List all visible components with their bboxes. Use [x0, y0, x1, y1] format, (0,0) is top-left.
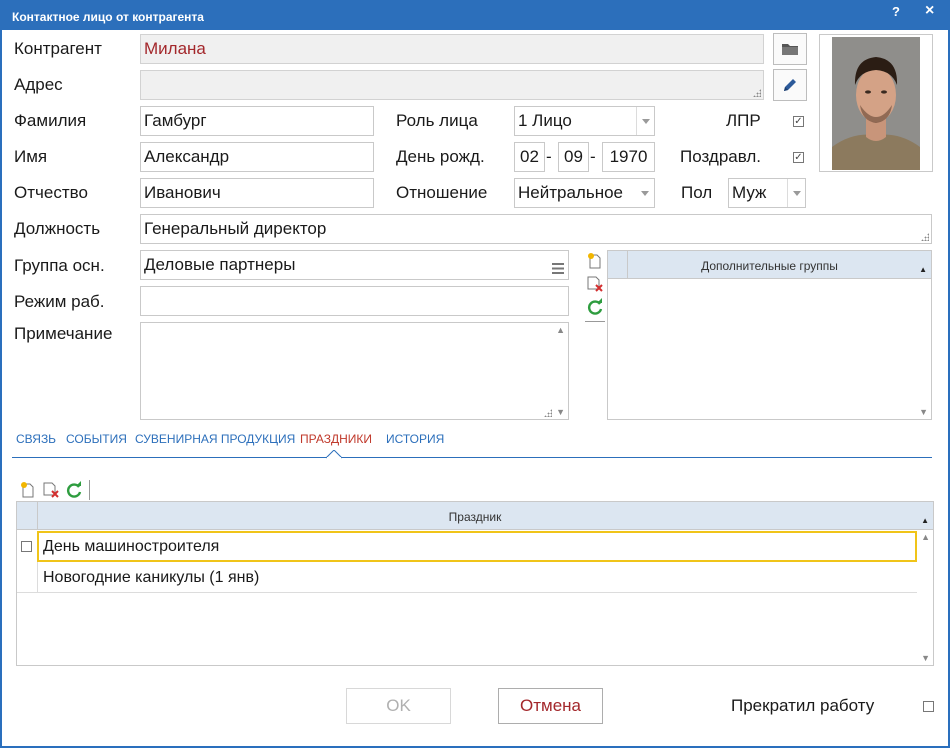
surname-field[interactable]: Гамбург [140, 106, 374, 136]
date-separator: - [546, 147, 552, 166]
pencil-icon [784, 79, 796, 91]
stopped-work-checkbox[interactable] [923, 701, 934, 712]
table-row[interactable]: День машиностроителя [17, 531, 917, 562]
edit-address-button[interactable] [773, 69, 807, 101]
relation-label: Отношение [396, 183, 488, 202]
tab-suvenirnaya[interactable]: СУВЕНИРНАЯ ПРОДУКЦИЯ [135, 432, 295, 446]
position-field[interactable]: Генеральный директор [140, 214, 932, 244]
resize-grip-icon [544, 409, 552, 417]
add-document-icon[interactable] [19, 481, 37, 499]
chevron-down-icon[interactable]: ▼ [556, 407, 565, 417]
active-tab-marker [326, 450, 342, 459]
chevron-up-icon[interactable]: ▲ [921, 532, 930, 542]
address-field[interactable] [140, 70, 764, 100]
contact-photo[interactable] [819, 34, 933, 172]
congrats-checkbox[interactable]: ✓ [793, 152, 804, 163]
extra-groups-header: Дополнительные группы ▲ [608, 251, 931, 279]
lpr-checkbox[interactable]: ✓ [793, 116, 804, 127]
date-separator: - [590, 147, 596, 166]
surname-label: Фамилия [14, 111, 87, 130]
toolbar-divider [89, 480, 90, 500]
main-group-value: Деловые партнеры [144, 255, 296, 274]
gender-label: Пол [681, 183, 713, 202]
main-group-label: Группа осн. [14, 256, 105, 275]
browse-counterparty-button[interactable] [773, 33, 807, 65]
window-title: Контактное лицо от контрагента [12, 10, 204, 24]
delete-document-icon[interactable] [42, 481, 60, 499]
ok-button[interactable]: OK [346, 688, 451, 724]
sort-asc-icon: ▲ [919, 265, 927, 274]
tab-underline [12, 457, 932, 458]
list-icon[interactable] [552, 259, 564, 279]
counterparty-label: Контрагент [14, 39, 102, 58]
holiday-column-header[interactable]: Праздник [38, 510, 912, 524]
portrait-image [832, 37, 920, 170]
work-mode-label: Режим раб. [14, 292, 105, 311]
holidays-header: Праздник ▲ [17, 502, 933, 530]
table-row[interactable]: Новогодние каникулы (1 янв) [17, 562, 917, 593]
cancel-button[interactable]: Отмена [498, 688, 603, 724]
dialog-window: Контактное лицо от контрагента ? × Контр… [0, 0, 950, 748]
main-group-field[interactable]: Деловые партнеры [140, 250, 569, 280]
extra-groups-grid[interactable]: Дополнительные группы ▲ ▼ [607, 250, 932, 420]
name-label: Имя [14, 147, 48, 166]
add-document-icon[interactable] [586, 252, 604, 270]
toolbar-divider [585, 321, 605, 322]
position-label: Должность [14, 219, 101, 238]
tab-prazdniki[interactable]: ПРАЗДНИКИ [300, 432, 372, 446]
chevron-down-icon[interactable] [636, 179, 654, 207]
tab-sobytiya[interactable]: СОБЫТИЯ [66, 432, 127, 446]
refresh-icon[interactable] [65, 481, 83, 499]
resize-grip-icon [753, 89, 761, 97]
sort-asc-icon: ▲ [921, 516, 929, 525]
note-label: Примечание [14, 324, 113, 343]
stopped-work-label: Прекратил работу [731, 696, 875, 715]
role-select[interactable]: 1 Лицо [514, 106, 655, 136]
role-label: Роль лица [396, 111, 478, 130]
delete-document-icon[interactable] [586, 275, 604, 293]
row-checkbox[interactable] [21, 541, 32, 552]
birthday-year-field[interactable]: 1970 [602, 142, 655, 172]
gender-select[interactable]: Муж [728, 178, 806, 208]
chevron-down-icon[interactable] [787, 179, 805, 207]
address-label: Адрес [14, 75, 63, 94]
birthday-day-field[interactable]: 02 [514, 142, 545, 172]
holiday-cell[interactable]: Новогодние каникулы (1 янв) [38, 562, 917, 593]
chevron-down-icon[interactable]: ▼ [919, 407, 928, 417]
position-value: Генеральный директор [144, 219, 327, 238]
congrats-label: Поздравл. [680, 147, 762, 166]
resize-grip-icon [921, 233, 929, 241]
counterparty-field[interactable]: Милана [140, 34, 764, 64]
chevron-down-icon[interactable] [636, 107, 654, 135]
tab-istoriya[interactable]: ИСТОРИЯ [386, 432, 444, 446]
extra-groups-column-header[interactable]: Дополнительные группы [628, 259, 911, 273]
patronymic-field[interactable]: Иванович [140, 178, 374, 208]
patronymic-label: Отчество [14, 183, 88, 202]
title-bar: Контактное лицо от контрагента ? × [0, 0, 950, 30]
refresh-icon[interactable] [586, 298, 604, 316]
birthday-label: День рожд. [396, 147, 485, 166]
relation-value: Нейтральное [518, 183, 623, 202]
note-textarea[interactable]: ▲ ▼ [140, 322, 569, 420]
role-value: 1 Лицо [518, 111, 572, 130]
help-button[interactable]: ? [892, 4, 900, 19]
name-field[interactable]: Александр [140, 142, 374, 172]
gender-value: Муж [732, 183, 767, 202]
chevron-down-icon[interactable]: ▼ [921, 653, 930, 663]
lpr-label: ЛПР [726, 111, 761, 130]
birthday-month-field[interactable]: 09 [558, 142, 589, 172]
work-mode-field[interactable] [140, 286, 569, 316]
holiday-cell[interactable]: День машиностроителя [37, 531, 917, 562]
tab-svyaz[interactable]: СВЯЗЬ [16, 432, 56, 446]
holidays-grid[interactable]: Праздник ▲ День машиностроителя Новогодн… [16, 501, 934, 666]
folder-icon [782, 44, 798, 55]
close-button[interactable]: × [925, 2, 934, 20]
relation-select[interactable]: Нейтральное [514, 178, 655, 208]
chevron-up-icon[interactable]: ▲ [556, 325, 565, 335]
dialog-content: Контрагент Милана Адрес Фамилия Гамбург … [2, 30, 948, 746]
